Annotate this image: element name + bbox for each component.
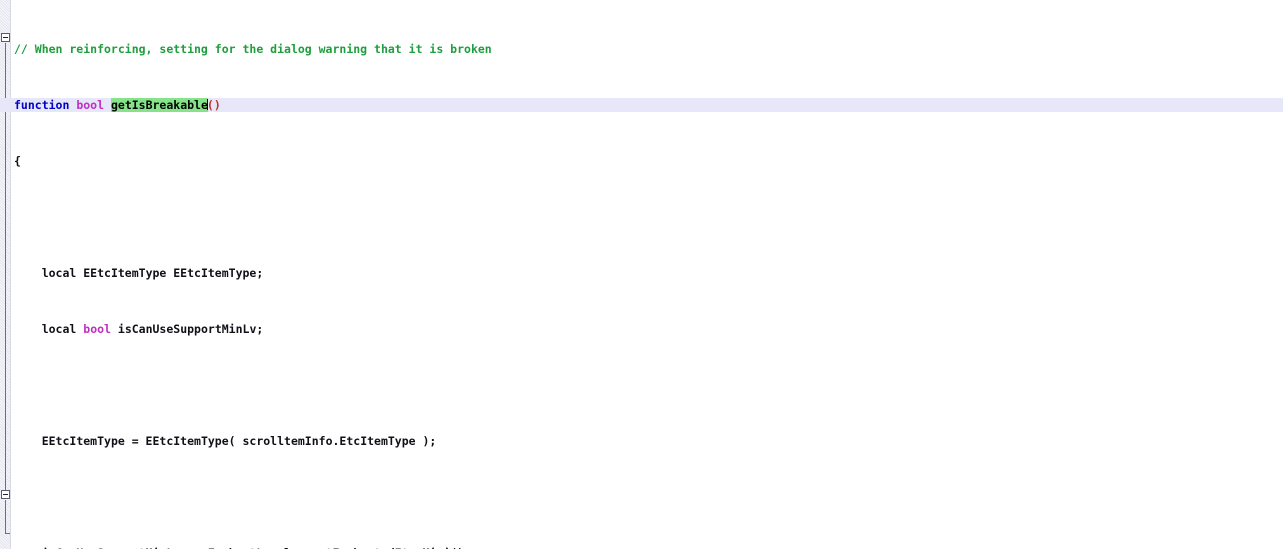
fold-end-marker [5,533,10,534]
line-comment: // When reinforcing, setting for the dia… [14,42,492,56]
fold-toggle-function[interactable] [1,33,10,42]
search-match-highlight: getIsBreakable [110,98,208,112]
code-line-5: local EEtcItemType EEtcItemType; [14,266,1283,280]
code-line-2: function bool getIsBreakable() [0,98,1283,112]
open-brace: { [14,154,21,168]
code-editor[interactable]: // When reinforcing, setting for the dia… [0,0,1283,549]
code-content[interactable]: // When reinforcing, setting for the dia… [0,0,1283,549]
fold-rail [0,0,14,549]
code-line-6: local bool isCanUseSupportMinLv; [14,322,1283,336]
keyword-function: function [14,98,70,112]
fold-toggle-return[interactable] [1,490,10,499]
keyword-local: local [41,322,77,336]
type-bool: bool [83,322,111,336]
keyword-local: local [41,266,77,280]
type-bool: bool [76,98,105,112]
code-line-1: // When reinforcing, setting for the dia… [14,42,1283,56]
declaration: isCanUseSupportMinLv; [110,322,264,336]
declaration: EEtcItemType EEtcItemType; [76,266,264,280]
fold-scope-line-inner [5,500,6,534]
parens: () [206,98,221,112]
code-line-8: EEtcItemType = EEtcItemType( scrolltemIn… [14,434,1283,448]
assignment-statement: EEtcItemType = EEtcItemType( scrolltemIn… [41,434,437,448]
code-line-3: { [14,154,1283,168]
